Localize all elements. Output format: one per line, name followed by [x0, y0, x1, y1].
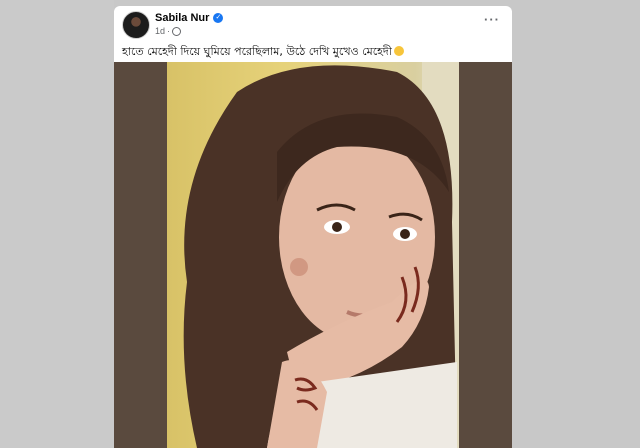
- henna-mark: [290, 258, 308, 276]
- meta-separator: ·: [167, 26, 171, 36]
- grinning-face-emoji-icon: [393, 46, 404, 56]
- post-time[interactable]: 1d: [155, 26, 165, 36]
- verified-badge-icon: ✓: [213, 13, 224, 23]
- post-photo-container[interactable]: [114, 62, 512, 448]
- more-options-icon[interactable]: ···: [484, 12, 500, 27]
- post-photo[interactable]: [167, 62, 459, 448]
- globe-icon: [172, 26, 182, 36]
- author-name[interactable]: Sabila Nur: [155, 12, 209, 24]
- right-pupil: [400, 229, 410, 239]
- left-margin: [0, 0, 114, 448]
- right-margin: [512, 0, 640, 448]
- author-line: Sabila Nur ✓: [155, 12, 224, 24]
- avatar[interactable]: [122, 11, 150, 39]
- post-meta: 1d ·: [155, 26, 182, 36]
- post-card: Sabila Nur ✓ 1d · ··· হাতে মেহেদী দিয়ে …: [114, 6, 512, 448]
- caption-text: হাতে মেহেদী দিয়ে ঘুমিয়ে পরেছিলাম, উঠে …: [122, 45, 392, 58]
- post-header: Sabila Nur ✓ 1d · ··· হাতে মেহেদী দিয়ে …: [114, 6, 512, 62]
- selfie-illustration: [183, 62, 459, 448]
- post-caption: হাতে মেহেদী দিয়ে ঘুমিয়ে পরেছিলাম, উঠে …: [122, 43, 404, 62]
- left-pupil: [332, 222, 342, 232]
